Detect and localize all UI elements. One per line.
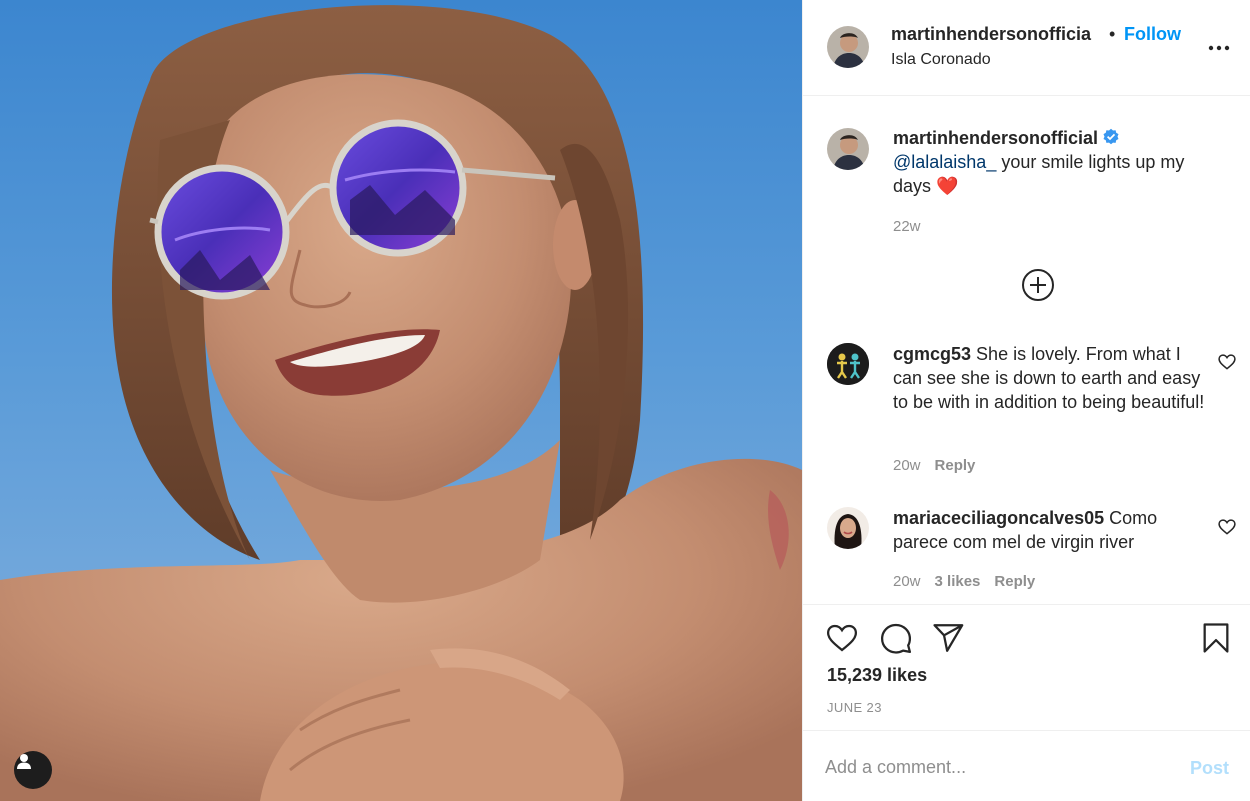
reply-button[interactable]: Reply xyxy=(935,457,976,474)
follow-button[interactable]: Follow xyxy=(1124,24,1181,45)
comment-like-button[interactable] xyxy=(1217,352,1237,372)
comment-button[interactable] xyxy=(879,621,913,655)
caption-timestamp[interactable]: 22w xyxy=(893,218,921,235)
comment-body: mariaceciliagoncalves05 Como parece com … xyxy=(893,506,1211,554)
caption-username[interactable]: martinhendersonofficial xyxy=(893,128,1098,148)
add-comment-area: Post xyxy=(803,730,1250,801)
comment-username[interactable]: mariaceciliagoncalves05 xyxy=(893,508,1104,528)
comment-bubble-icon xyxy=(880,623,912,654)
post-details-panel: martinhendersonofficia • Follow Isla Cor… xyxy=(802,0,1250,801)
avatar-image xyxy=(827,343,869,385)
share-button[interactable] xyxy=(931,621,965,655)
comment-likes-count[interactable]: 3 likes xyxy=(935,573,981,590)
comment-meta: 20w Reply xyxy=(893,457,989,474)
post-date[interactable]: JUNE 23 xyxy=(827,700,882,715)
post-caption: martinhendersonofficial @lalalaisha_ you… xyxy=(893,126,1223,198)
comment-like-button[interactable] xyxy=(1217,517,1237,537)
avatar-image xyxy=(827,507,869,549)
heart-emoji: ❤️ xyxy=(936,176,959,196)
user-icon xyxy=(17,754,31,769)
paper-plane-icon xyxy=(933,624,964,652)
avatar-image xyxy=(827,26,869,68)
caption-mention[interactable]: @lalalaisha_ xyxy=(893,152,996,172)
bookmark-icon xyxy=(1203,623,1229,653)
caption-author-avatar[interactable] xyxy=(827,128,869,170)
post-location[interactable]: Isla Coronado xyxy=(891,51,991,69)
likes-count[interactable]: 15,239 likes xyxy=(827,665,927,686)
author-username[interactable]: martinhendersonofficia xyxy=(891,24,1091,45)
comment-meta: 20w 3 likes Reply xyxy=(893,573,1049,590)
commenter-avatar[interactable] xyxy=(827,343,869,385)
reply-button[interactable]: Reply xyxy=(994,573,1035,590)
post-header: martinhendersonofficia • Follow Isla Cor… xyxy=(803,0,1250,96)
heart-outline-icon xyxy=(1218,354,1236,370)
post-actions: 15,239 likes JUNE 23 xyxy=(803,604,1250,730)
more-options-button[interactable] xyxy=(1207,36,1231,60)
heart-outline-icon xyxy=(1218,519,1236,535)
author-avatar[interactable] xyxy=(827,26,869,68)
more-horizontal-icon xyxy=(1208,45,1230,51)
post-comment-button[interactable]: Post xyxy=(1190,758,1229,779)
load-more-comments-button[interactable] xyxy=(1021,268,1055,302)
comment-timestamp[interactable]: 20w xyxy=(893,573,921,590)
comment-body: cgmcg53 She is lovely. From what I can s… xyxy=(893,342,1211,414)
heart-icon xyxy=(826,624,858,652)
commenter-avatar[interactable] xyxy=(827,507,869,549)
comment-timestamp[interactable]: 20w xyxy=(893,457,921,474)
verified-badge-icon xyxy=(1103,128,1119,145)
comment-input[interactable] xyxy=(825,753,1165,781)
plus-circle-icon xyxy=(1022,269,1054,301)
comment-username[interactable]: cgmcg53 xyxy=(893,344,971,364)
post-photo[interactable] xyxy=(0,0,802,801)
like-button[interactable] xyxy=(825,621,859,655)
separator-dot: • xyxy=(1109,24,1116,44)
tagged-people-button[interactable] xyxy=(14,751,52,789)
photo-illustration xyxy=(0,5,802,801)
save-button[interactable] xyxy=(1199,621,1233,655)
avatar-image xyxy=(827,128,869,170)
